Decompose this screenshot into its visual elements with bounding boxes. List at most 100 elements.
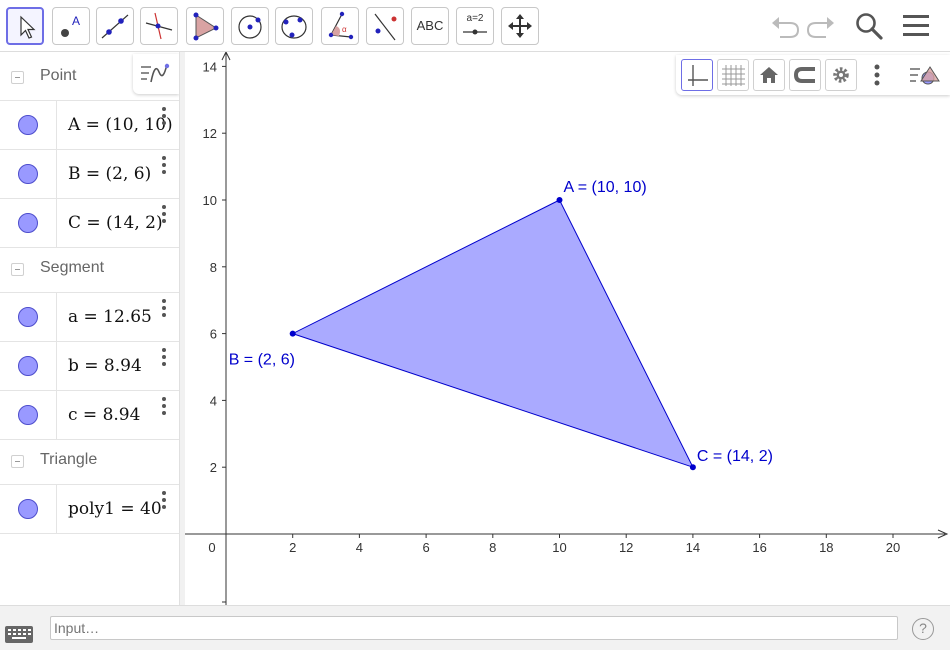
visibility-marble[interactable] — [18, 405, 38, 425]
algebra-item-b[interactable]: b = 8.94 — [0, 342, 179, 391]
algebra-item-c[interactable]: c = 8.94 — [0, 391, 179, 440]
move-tool-button[interactable] — [6, 7, 44, 45]
algebra-item-A[interactable]: A = (10, 10) — [0, 101, 179, 150]
keyboard-icon[interactable] — [4, 624, 34, 646]
marble-cell — [0, 199, 57, 247]
graphics-canvas[interactable]: 0 2 4 6 8 10 12 14 16 18 20 2 4 6 8 10 12 14 A = (10, 10) B… — [185, 52, 950, 605]
definition[interactable]: poly1 = 40 — [68, 499, 162, 519]
search-icon[interactable] — [852, 9, 886, 43]
definition[interactable]: C = (14, 2) — [68, 213, 163, 233]
collapse-toggle[interactable] — [11, 71, 24, 84]
polygon-tool-button[interactable] — [186, 7, 224, 45]
definition[interactable]: b = 8.94 — [68, 356, 142, 376]
x-tick-label: 14 — [686, 540, 700, 555]
circle-3-points-icon — [281, 15, 307, 39]
move-arrows-icon — [508, 14, 532, 38]
grid-icon — [722, 65, 745, 86]
point-capturing-button[interactable] — [789, 59, 821, 91]
standard-view-button[interactable] — [753, 59, 785, 91]
group-header-triangle[interactable]: Triangle — [0, 437, 179, 485]
visibility-marble[interactable] — [18, 499, 38, 519]
point-tool-button[interactable]: A — [52, 7, 90, 45]
x-tick-label: 4 — [356, 540, 363, 555]
style-bar-more-button[interactable] — [861, 59, 893, 91]
x-tick-label: 8 — [489, 540, 496, 555]
circle-center-icon — [238, 15, 262, 39]
marble-cell — [0, 485, 57, 533]
circle-through-3-points-tool-button[interactable] — [275, 7, 313, 45]
view-menu-button[interactable] — [906, 59, 940, 91]
perpendicular-line-tool-button[interactable] — [140, 7, 178, 45]
move-graphics-view-tool-button[interactable] — [501, 7, 539, 45]
help-button[interactable]: ? — [912, 618, 934, 640]
undo-icon[interactable] — [768, 9, 802, 43]
angle-tool-button[interactable]: α — [321, 7, 359, 45]
definition[interactable]: c = 8.94 — [68, 405, 140, 425]
slider-icon — [463, 29, 487, 35]
graphics-view[interactable]: 0 2 4 6 8 10 12 14 16 18 20 2 4 6 8 10 12 14 A = (10, 10) B… — [185, 52, 950, 605]
polygon-icon — [193, 12, 219, 41]
definition[interactable]: B = (2, 6) — [68, 164, 151, 184]
x-tick-label: 20 — [886, 540, 900, 555]
group-title: Segment — [40, 259, 105, 276]
visibility-marble[interactable] — [18, 164, 38, 184]
algebra-item-C[interactable]: C = (14, 2) — [0, 199, 179, 248]
point-B[interactable] — [289, 330, 296, 337]
triangle-poly1[interactable] — [291, 199, 694, 469]
magnet-icon — [793, 67, 815, 83]
algebra-description-toggle-button[interactable] — [133, 54, 179, 94]
toolbar: A α ABC a=2 — [0, 0, 950, 52]
point-icon: A — [61, 14, 80, 37]
algebra-item-a[interactable]: a = 12.65 — [0, 293, 179, 342]
reflect-about-line-tool-button[interactable] — [366, 7, 404, 45]
redo-icon[interactable] — [804, 9, 838, 43]
line-icon — [101, 14, 129, 39]
circle-with-center-tool-button[interactable] — [231, 7, 269, 45]
point-label-A: A = (10, 10) — [564, 179, 647, 196]
line-tool-button[interactable] — [96, 7, 134, 45]
group-header-segment[interactable]: Segment — [0, 245, 179, 293]
more-options-icon[interactable] — [158, 107, 170, 129]
more-options-icon[interactable] — [158, 348, 170, 370]
point-A[interactable] — [556, 197, 563, 203]
y-tick-label: 8 — [210, 260, 217, 275]
y-tick-label: 4 — [210, 393, 217, 408]
perpendicular-line-icon — [145, 12, 173, 40]
visibility-marble[interactable] — [18, 213, 38, 233]
x-tick-label: 2 — [289, 540, 296, 555]
algebra-item-poly1[interactable]: poly1 = 40 — [0, 485, 179, 534]
collapse-toggle[interactable] — [11, 455, 24, 468]
reflect-icon — [374, 13, 397, 41]
marble-cell — [0, 391, 57, 439]
more-icon — [874, 64, 880, 86]
visibility-marble[interactable] — [18, 115, 38, 135]
definition[interactable]: a = 12.65 — [68, 307, 152, 327]
toggle-axes-button[interactable] — [681, 59, 713, 91]
algebra-description-icon — [141, 63, 170, 83]
more-options-icon[interactable] — [158, 205, 170, 227]
visibility-marble[interactable] — [18, 307, 38, 327]
y-tick-label: 6 — [210, 327, 217, 342]
y-tick-label: 2 — [210, 460, 217, 475]
x-tick-label: 6 — [422, 540, 429, 555]
y-tick-label: 14 — [203, 59, 217, 74]
x-tick-label: 0 — [208, 540, 215, 555]
graphics-settings-button[interactable] — [825, 59, 857, 91]
menu-icon[interactable] — [899, 9, 933, 43]
algebra-item-B[interactable]: B = (2, 6) — [0, 150, 179, 199]
text-tool-button[interactable]: ABC — [411, 7, 449, 45]
more-options-icon[interactable] — [158, 156, 170, 178]
algebra-input-field[interactable] — [50, 616, 898, 640]
toggle-grid-button[interactable] — [717, 59, 749, 91]
slider-tool-button[interactable]: a=2 — [456, 7, 494, 45]
definition[interactable]: A = (10, 10) — [68, 115, 173, 135]
point-C[interactable] — [689, 464, 696, 471]
marble-cell — [0, 101, 57, 149]
collapse-toggle[interactable] — [11, 263, 24, 276]
visibility-marble[interactable] — [18, 356, 38, 376]
more-options-icon[interactable] — [158, 397, 170, 419]
marble-cell — [0, 342, 57, 390]
more-options-icon[interactable] — [158, 299, 170, 321]
more-options-icon[interactable] — [158, 491, 170, 513]
cursor-arrow-icon — [20, 15, 36, 39]
